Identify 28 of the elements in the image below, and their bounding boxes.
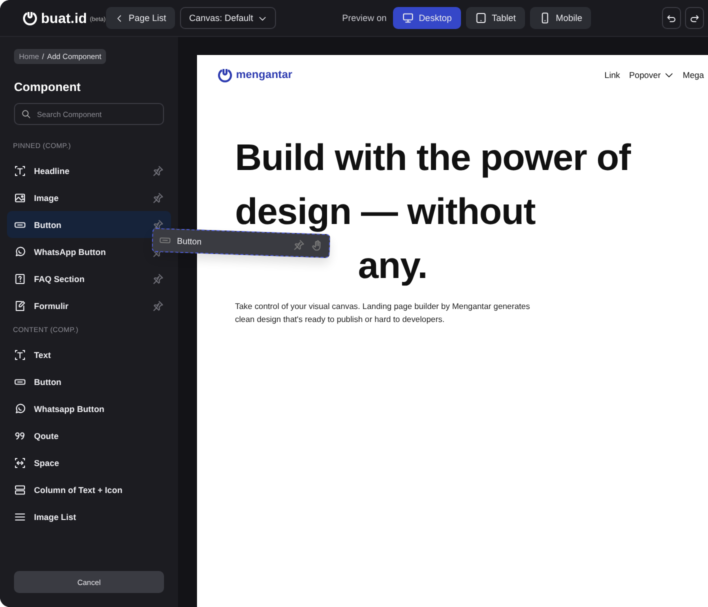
component-item[interactable]: Button [7,368,171,395]
component-item[interactable]: Qoute [7,422,171,449]
component-item[interactable]: Formulir [7,292,171,319]
component-item[interactable]: FAQ Section [7,265,171,292]
brand-name: mengantar [236,69,292,81]
component-item[interactable]: Image [7,184,171,211]
panel-title: Component [14,80,82,94]
drag-label: Button [176,236,203,249]
headline: any. [358,244,428,288]
component-item[interactable]: Column of Text + Icon [7,476,171,503]
device-tab[interactable]: Mobile [530,7,592,29]
hero-description: Take control of your visual canvas. Landing page builder by Mengantar generates clean design that's ready to publish or hard to developers. [235,301,531,326]
nav-link[interactable]: Popover [629,70,674,80]
component-item[interactable]: Space [7,449,171,476]
page-list-button[interactable]: Page List [106,7,176,29]
component-item[interactable]: Image List [7,503,171,530]
component-item[interactable]: Headline [7,157,171,184]
device-tab[interactable]: Desktop [392,7,461,29]
nav-link[interactable]: Link [604,70,620,80]
nav-link[interactable]: Mega [682,70,704,80]
component-item[interactable]: Whatsapp Button [7,395,171,422]
preview-label: Preview on [342,13,387,23]
component-item[interactable]: Button [7,211,171,238]
canvas-dropdown[interactable]: Canvas: Default [180,7,276,29]
headline: Build with the power of [235,136,630,180]
logo: buat.id [41,10,87,26]
component-item[interactable]: Text [7,341,171,368]
device-tab[interactable]: Tablet [466,7,525,29]
